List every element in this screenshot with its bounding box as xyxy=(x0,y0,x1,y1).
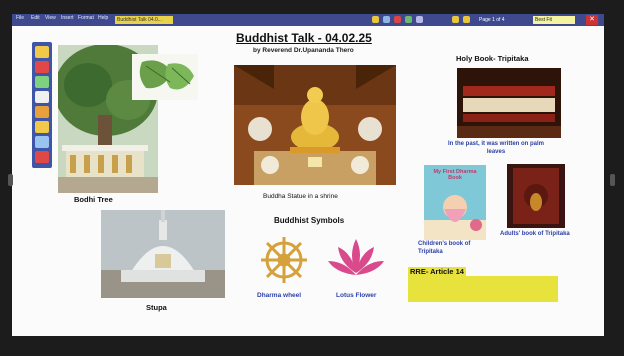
buddha-statue-photo xyxy=(234,65,396,185)
holy-book-heading: Holy Book- Tripitaka xyxy=(456,54,529,63)
menu-bar: File Edit View Insert Format Help Buddhi… xyxy=(12,14,604,26)
whiteboard-screen: File Edit View Insert Format Help Buddhi… xyxy=(12,14,604,336)
close-button[interactable]: ✕ xyxy=(586,15,598,25)
left-scroll-handle[interactable] xyxy=(8,174,13,186)
lotus-flower-label: Lotus Flower xyxy=(336,292,377,299)
childrens-book-caption: Children's book of Tripitaka xyxy=(418,241,488,256)
zoom-select[interactable]: Best Fit xyxy=(533,16,575,24)
adults-book-caption-text: Adults' book of Tripitaka xyxy=(500,231,570,237)
screen-icon[interactable] xyxy=(416,16,423,23)
menu-format[interactable]: Format xyxy=(78,15,94,21)
menu-insert[interactable]: Insert xyxy=(61,15,74,21)
dharma-wheel-label: Dharma wheel xyxy=(257,292,302,299)
adults-book-cover xyxy=(507,164,565,228)
next-page-icon[interactable] xyxy=(463,16,470,23)
adults-book-caption: Adults' book of Tripitaka xyxy=(500,231,570,239)
rre-heading: RRE- Article 14 xyxy=(408,267,466,276)
highlighter-tool-icon[interactable] xyxy=(35,61,49,73)
undo-tool-icon[interactable] xyxy=(35,151,49,163)
lotus-flower-icon xyxy=(326,235,386,281)
document-tab[interactable]: Buddhist Talk 04.0... xyxy=(115,16,173,24)
page-subtitle: by Reverend Dr.Upananda Thero xyxy=(253,47,354,54)
page-title: Buddhist Talk - 04.02.25 xyxy=(236,31,372,45)
palm-leaves-caption: In the past, it was written on palm leav… xyxy=(446,141,546,156)
record-icon[interactable] xyxy=(394,16,401,23)
eraser-tool-icon[interactable] xyxy=(35,91,49,103)
stupa-photo xyxy=(101,210,225,298)
palm-leaves-caption-text: In the past, it was written on palm leav… xyxy=(447,141,544,155)
shape-tool-icon[interactable] xyxy=(35,76,49,88)
floating-toolbox xyxy=(32,42,52,168)
pen-icon[interactable] xyxy=(372,16,379,23)
childrens-book-title: My First Dharma Book xyxy=(433,169,477,181)
page-indicator: Page 1 of 4 xyxy=(479,17,505,23)
menu-help[interactable]: Help xyxy=(98,15,108,21)
bodhi-leaf-photo xyxy=(132,54,198,100)
prev-page-icon[interactable] xyxy=(452,16,459,23)
menu-edit[interactable]: Edit xyxy=(31,15,40,21)
text-tool-icon[interactable] xyxy=(35,106,49,118)
right-scroll-handle[interactable] xyxy=(610,174,615,186)
buddha-statue-label: Buddha Statue in a shrine xyxy=(263,193,338,200)
dharma-wheel-icon xyxy=(258,234,310,286)
line-tool-icon[interactable] xyxy=(35,121,49,133)
camera-icon[interactable] xyxy=(405,16,412,23)
fill-tool-icon[interactable] xyxy=(35,136,49,148)
menu-view[interactable]: View xyxy=(45,15,56,21)
menu-file[interactable]: File xyxy=(16,15,24,21)
childrens-book-cover: My First Dharma Book xyxy=(424,165,486,240)
childrens-book-caption-text: Children's book of Tripitaka xyxy=(418,241,471,255)
bodhi-tree-label: Bodhi Tree xyxy=(74,195,113,204)
palm-leaf-manuscript-photo xyxy=(457,68,561,138)
stupa-label: Stupa xyxy=(146,303,167,312)
rre-note-box xyxy=(408,276,558,302)
symbols-heading: Buddhist Symbols xyxy=(274,216,345,225)
select-icon[interactable] xyxy=(383,16,390,23)
pen-tool-icon[interactable] xyxy=(35,46,49,58)
